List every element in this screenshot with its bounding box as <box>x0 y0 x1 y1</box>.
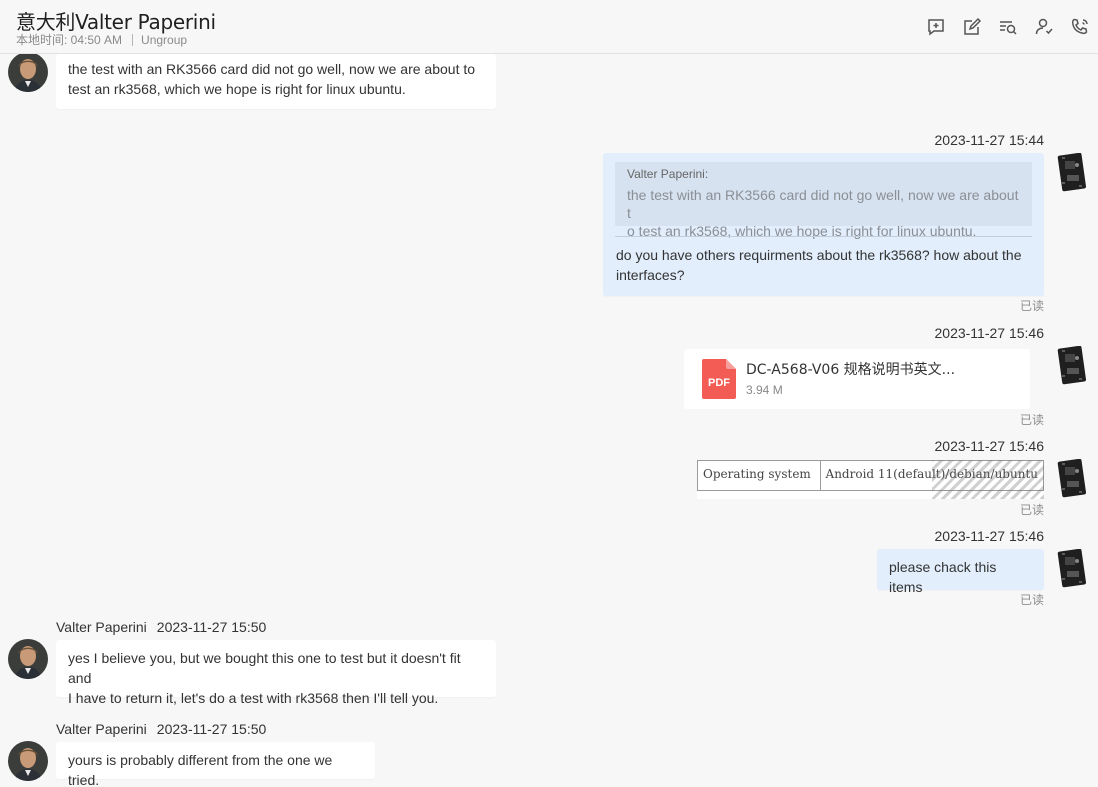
file-size: 3.94 M <box>746 383 783 397</box>
chat-header: 意大利Valter Paperini 本地时间: 04:50 AM Ungrou… <box>0 0 1098 54</box>
message-text: please chack this items <box>889 559 997 595</box>
file-name: DC-A568-V06 规格说明书英文... <box>746 362 956 378</box>
quote-author: Valter Paperini: <box>627 167 709 181</box>
edit-note-button[interactable] <box>954 14 990 40</box>
contact-avatar[interactable] <box>8 639 48 679</box>
message-timestamp: 2023-11-27 15:50 <box>156 619 267 635</box>
phone-call-icon <box>1071 18 1088 35</box>
contact-meta: 本地时间: 04:50 AM Ungroup <box>16 31 187 48</box>
contact-avatar[interactable] <box>8 741 48 781</box>
my-avatar[interactable] <box>1057 458 1087 499</box>
message-text-line: test an rk3568, which we hope is right f… <box>68 81 406 97</box>
contact-card-icon <box>1035 18 1053 35</box>
message-timestamp: 2023-11-27 15:46 <box>934 325 1045 341</box>
read-status: 已读 <box>1020 299 1045 313</box>
meta-divider <box>132 33 134 46</box>
message-timestamp: 2023-11-27 15:44 <box>934 132 1045 148</box>
contact-card-button[interactable] <box>1026 14 1062 40</box>
incoming-message-bubble[interactable]: yours is probably different from the one… <box>56 742 375 787</box>
message-timestamp: 2023-11-27 15:46 <box>934 528 1045 544</box>
svg-text:PDF: PDF <box>708 377 730 389</box>
contact-avatar[interactable] <box>8 52 48 92</box>
pdf-file-icon: PDF <box>702 359 736 399</box>
file-attachment-card[interactable]: PDF DC-A568-V06 规格说明书英文... 3.94 M <box>684 349 1030 409</box>
new-message-icon <box>928 19 944 36</box>
message-timestamp: 2023-11-27 15:50 <box>156 721 267 737</box>
quote-text-line: o test an rk3568, which we hope is right… <box>627 223 977 239</box>
sender-name: Valter Paperini <box>56 619 147 635</box>
read-status: 已读 <box>1020 593 1045 607</box>
message-timestamp: 2023-11-27 15:46 <box>934 438 1045 454</box>
new-message-button[interactable] <box>918 14 954 40</box>
local-time: 本地时间: 04:50 AM <box>16 33 123 47</box>
quoted-message[interactable]: Valter Paperini: the test with an RK3566… <box>615 162 1032 239</box>
my-avatar[interactable] <box>1057 345 1087 386</box>
image-message[interactable]: Operating system Android 11(default)/deb… <box>697 460 1044 499</box>
message-text-line: the test with an RK3566 card did not go … <box>68 61 476 77</box>
group-label[interactable]: Ungroup <box>141 33 187 47</box>
search-history-button[interactable] <box>990 14 1026 40</box>
quote-text-line: the test with an RK3566 card did not go … <box>627 187 1019 221</box>
voice-call-button[interactable] <box>1062 14 1098 40</box>
my-avatar[interactable] <box>1057 548 1087 589</box>
my-avatar[interactable] <box>1057 152 1087 193</box>
edit-note-icon <box>964 17 982 35</box>
message-text-line: yes I believe you, but we bought this on… <box>68 650 461 686</box>
outgoing-message-bubble[interactable]: Valter Paperini: the test with an RK3566… <box>603 153 1044 296</box>
sender-line: Valter Paperini 2023-11-27 15:50 <box>56 721 266 737</box>
message-text: yours is probably different from the one… <box>68 752 333 787</box>
incoming-message-bubble[interactable]: the test with an RK3566 card did not go … <box>56 54 496 109</box>
sender-line: Valter Paperini 2023-11-27 15:50 <box>56 619 266 635</box>
message-text-line: do you have others requirments about the… <box>616 247 1022 263</box>
search-history-icon <box>1000 21 1017 35</box>
read-status: 已读 <box>1020 503 1045 517</box>
sender-name: Valter Paperini <box>56 721 147 737</box>
image-watermark <box>932 460 1044 499</box>
message-text-line: I have to return it, let's do a test wit… <box>68 690 439 706</box>
table-cell: Operating system <box>697 460 821 491</box>
quote-divider <box>615 236 1032 237</box>
message-text-line: interfaces? <box>616 267 685 283</box>
outgoing-message-bubble[interactable]: please chack this items <box>877 549 1044 595</box>
incoming-message-bubble[interactable]: yes I believe you, but we bought this on… <box>56 640 496 706</box>
read-status: 已读 <box>1020 413 1045 427</box>
header-toolbar <box>918 14 1098 40</box>
